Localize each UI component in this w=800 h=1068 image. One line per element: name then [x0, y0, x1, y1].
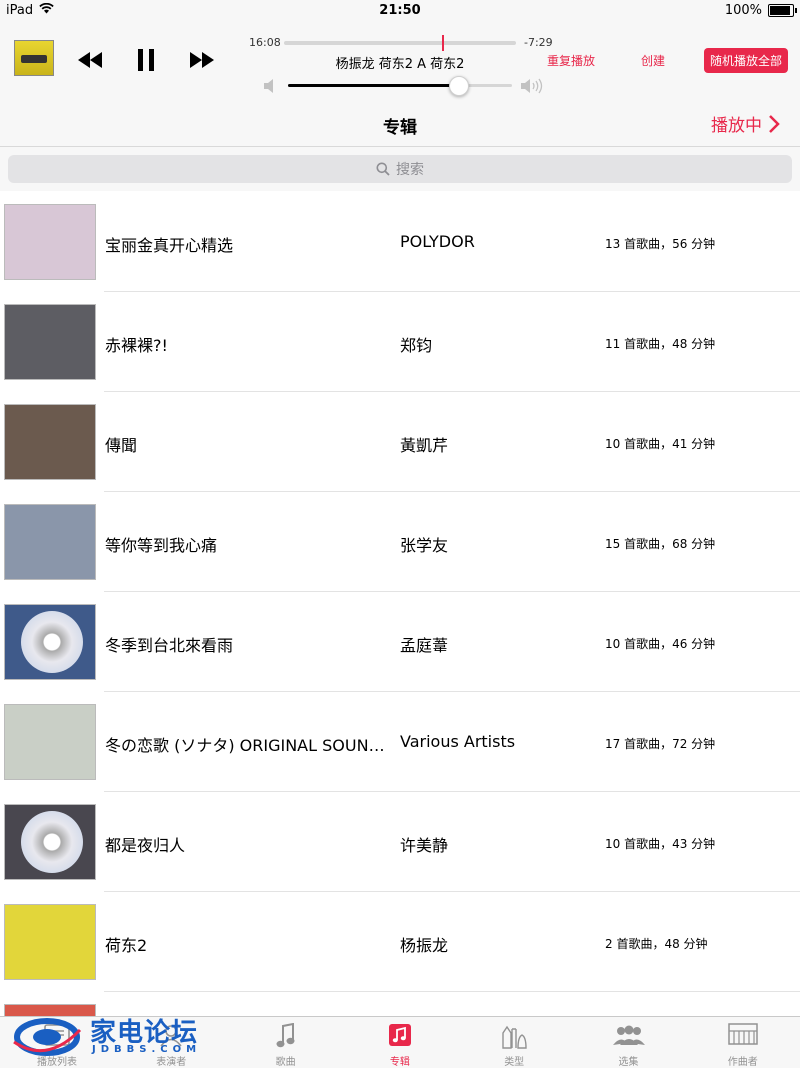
pause-icon — [138, 49, 154, 71]
shuffle-all-button[interactable]: 随机播放全部 — [704, 48, 788, 73]
tab-label: 专辑 — [389, 1057, 410, 1068]
search-placeholder: 搜索 — [396, 162, 424, 178]
nav-bar: 专辑 播放中 — [0, 100, 800, 147]
pause-button[interactable] — [128, 46, 164, 74]
cd-disc-image — [21, 611, 83, 673]
album-cover — [4, 204, 96, 280]
album-title: 冬季到台北來看雨 — [105, 636, 234, 655]
create-button[interactable]: 创建 — [641, 52, 665, 69]
status-right: 100% — [724, 3, 797, 18]
album-artist: 许美静 — [400, 836, 449, 855]
album-track-info: 11 首歌曲，48 分钟 — [605, 337, 716, 351]
now-playing-text: 杨振龙 荷东2 A 荷东2 — [335, 57, 465, 72]
album-artist: Various Artists — [400, 732, 516, 751]
album-cover — [4, 304, 96, 380]
album-cover — [4, 404, 96, 480]
album-title: 荷东2 — [105, 936, 148, 955]
music-note-icon — [229, 1023, 343, 1049]
tab-album[interactable]: 专辑 — [343, 1017, 457, 1068]
now-playing-button[interactable]: 播放中 — [711, 111, 780, 136]
album-cover — [4, 604, 96, 680]
progress-marker[interactable] — [441, 35, 444, 51]
album-track-info: 15 首歌曲，68 分钟 — [605, 537, 716, 551]
elapsed-time: 16:08 — [249, 36, 281, 49]
album-track-info: 10 首歌曲，43 分钟 — [605, 837, 716, 851]
volume-slider[interactable] — [288, 76, 512, 96]
search-icon — [376, 162, 390, 176]
cd-disc-image — [21, 811, 83, 873]
genre-icon — [457, 1023, 571, 1049]
album-artist: 张学友 — [400, 536, 449, 555]
volume-high-icon — [521, 78, 543, 98]
album-row[interactable]: 宝丽金真开心精选 POLYDOR 13 首歌曲，56 分钟 — [0, 192, 800, 292]
chevron-right-icon — [769, 114, 780, 133]
remaining-time: -7:29 — [524, 36, 553, 49]
album-artist: POLYDOR — [400, 232, 475, 251]
battery-percent: 100% — [724, 3, 762, 18]
repeat-button[interactable]: 重复播放 — [547, 52, 595, 69]
progress-bar[interactable] — [284, 35, 516, 51]
album-cover — [4, 704, 96, 780]
fast-forward-icon — [190, 52, 214, 68]
album-cover — [4, 904, 96, 980]
album-row[interactable]: 冬の恋歌 (ソナタ) ORIGINAL SOUNDTRACK Various Ar… — [0, 692, 800, 792]
status-bar: iPad 21:50 100% — [0, 0, 800, 22]
album-row[interactable]: 荷东2 杨振龙 2 首歌曲，48 分钟 — [0, 892, 800, 992]
tab-compilation[interactable]: 选集 — [572, 1017, 686, 1068]
now-playing-label: 播放中 — [711, 116, 762, 136]
rewind-icon — [78, 52, 102, 68]
watermark-swirl-icon — [13, 1018, 82, 1056]
album-artist: 郑钧 — [400, 336, 433, 355]
tab-music-note[interactable]: 歌曲 — [229, 1017, 343, 1068]
tab-genre[interactable]: 类型 — [457, 1017, 571, 1068]
compilation-icon — [572, 1023, 686, 1049]
album-track-info: 2 首歌曲，48 分钟 — [605, 937, 708, 951]
tab-label: 类型 — [504, 1057, 525, 1068]
tab-label: 选集 — [618, 1057, 639, 1068]
album-title: 赤裸裸?! — [105, 336, 168, 355]
watermark-subtext: JDBBS.COM — [92, 1044, 202, 1055]
now-playing-artwork[interactable] — [14, 40, 54, 76]
album-row[interactable]: 傳聞 黃凱芹 10 首歌曲，41 分钟 — [0, 392, 800, 492]
search-input[interactable]: 搜索 — [8, 155, 792, 183]
album-artist: 杨振龙 — [400, 936, 449, 955]
search-bar: 搜索 — [0, 147, 800, 191]
album-row[interactable]: 等你等到我心痛 张学友 15 首歌曲，68 分钟 — [0, 492, 800, 592]
watermark-logo: 家电论坛 JDBBS.COM — [12, 1010, 202, 1062]
fast-forward-button[interactable] — [184, 46, 220, 74]
album-track-info: 10 首歌曲，46 分钟 — [605, 637, 716, 651]
album-title: 傳聞 — [105, 436, 138, 455]
player-bar: 16:08 -7:29 杨振龙 荷东2 A 荷东2 重复播放 创建 随机播放全部 — [0, 22, 800, 101]
album-track-info: 17 首歌曲，72 分钟 — [605, 737, 716, 751]
page-title: 专辑 — [383, 118, 417, 138]
album-cover — [4, 804, 96, 880]
volume-knob[interactable] — [449, 76, 470, 96]
album-track-info: 13 首歌曲，56 分钟 — [605, 237, 716, 251]
album-cover — [4, 504, 96, 580]
album-title: 宝丽金真开心精选 — [105, 236, 234, 255]
tab-label: 作曲者 — [727, 1057, 758, 1068]
tab-label: 歌曲 — [275, 1057, 296, 1068]
album-artist: 孟庭葦 — [400, 636, 449, 655]
album-artist: 黃凱芹 — [400, 436, 449, 455]
album-title: 等你等到我心痛 — [105, 536, 218, 555]
volume-low-icon — [264, 78, 276, 97]
album-title: 都是夜归人 — [105, 836, 186, 855]
rewind-button[interactable] — [72, 46, 108, 74]
composer-icon — [686, 1023, 800, 1049]
album-track-info: 10 首歌曲，41 分钟 — [605, 437, 716, 451]
album-icon — [343, 1023, 457, 1049]
status-time: 21:50 — [379, 3, 421, 18]
album-row[interactable]: 赤裸裸?! 郑钧 11 首歌曲，48 分钟 — [0, 292, 800, 392]
album-row[interactable]: 冬季到台北來看雨 孟庭葦 10 首歌曲，46 分钟 — [0, 592, 800, 692]
tab-composer[interactable]: 作曲者 — [686, 1017, 800, 1068]
album-list[interactable]: 宝丽金真开心精选 POLYDOR 13 首歌曲，56 分钟赤裸裸?! 郑钧 11 首歌曲… — [0, 192, 800, 1016]
album-title: 冬の恋歌 (ソナタ) ORIGINAL SOUNDTRACK — [105, 736, 395, 755]
album-row[interactable]: 都是夜归人 许美静 10 首歌曲，43 分钟 — [0, 792, 800, 892]
battery-icon — [768, 4, 797, 17]
